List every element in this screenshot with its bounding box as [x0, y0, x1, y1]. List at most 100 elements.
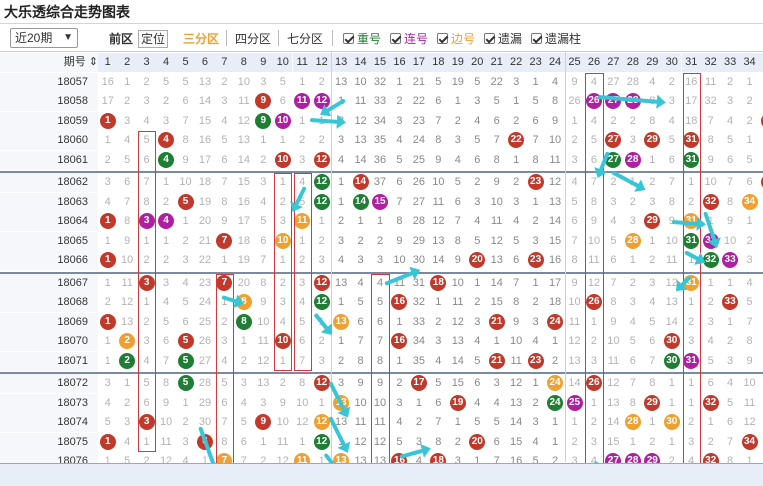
period-header[interactable]: 期号 ⇕: [0, 53, 98, 72]
omission-cell: 11: [121, 276, 133, 289]
omission-cell: 11: [666, 254, 678, 266]
omission-cell: 4: [474, 335, 481, 347]
omission-cell: 10: [296, 396, 309, 409]
omission-cell: 6: [182, 315, 189, 328]
highlight-box: [215, 273, 235, 472]
omission-cell: 11: [354, 95, 367, 107]
hit-cell: 35: [759, 173, 763, 192]
omission-cell: 1: [415, 396, 422, 409]
number-ball: 9: [255, 112, 272, 129]
omission-cell: 8: [629, 396, 636, 409]
omission-cell: 5: [163, 75, 170, 88]
omission-cell: 3: [759, 232, 763, 251]
omission-cell: 2: [221, 75, 228, 88]
omission-cell: 3: [629, 134, 636, 146]
omission-cell: 1: [746, 215, 753, 227]
omission-cell: 14: [237, 153, 250, 166]
column-header: 12: [311, 53, 332, 72]
number-ball: 23: [527, 352, 544, 369]
omission-cell: 3: [260, 75, 267, 88]
omission-cell: 4: [357, 276, 364, 289]
omission-cell: 2: [454, 114, 461, 127]
omission-cell: 9: [454, 254, 461, 266]
column-header: 26: [584, 53, 604, 72]
hit-cell: 21: [487, 313, 506, 332]
omission-cell: 15: [451, 377, 464, 389]
number-ball: 14: [352, 174, 369, 191]
omission-cell: 5: [396, 435, 403, 448]
omission-cell: 12: [354, 114, 367, 127]
hit-cell: 19: [448, 394, 467, 413]
omission-cell: 2: [318, 75, 325, 88]
omission-cell: 8: [260, 276, 267, 289]
omission-cell: 20: [237, 276, 250, 289]
omission-cell: 3: [338, 234, 345, 247]
omission-cell: 12: [237, 114, 250, 127]
omission-cell: 2: [707, 296, 714, 308]
omission-cell: 1: [299, 114, 306, 127]
omission-cell: 2: [124, 95, 131, 107]
column-header: 34: [739, 53, 760, 72]
omission-cell: 1: [338, 195, 345, 208]
omission-cell: 7: [435, 114, 442, 127]
omission-cell: 10: [393, 254, 406, 266]
omission-cell: 12: [296, 416, 309, 428]
omission-cell: 3: [318, 354, 325, 367]
omission-cell: 25: [198, 315, 212, 328]
column-header: 11: [292, 53, 312, 72]
omission-cell: 5: [759, 274, 763, 293]
omission-cell: 9: [759, 352, 763, 371]
hit-cell: 1: [98, 251, 117, 270]
number-ball: 10: [274, 151, 291, 168]
omission-cell: 1: [513, 95, 520, 107]
omission-cell: 35: [373, 134, 387, 146]
omission-cell: 15: [510, 435, 523, 448]
column-header: 29: [642, 53, 663, 72]
omission-cell: 1: [746, 75, 753, 88]
period-cell: 18059: [0, 111, 98, 131]
omission-cell: 2: [668, 75, 675, 88]
omission-cell: 7: [357, 335, 364, 347]
omission-cell: 13: [759, 433, 763, 452]
omission-cell: 2: [759, 131, 763, 150]
omission-cell: 3: [532, 234, 539, 247]
omission-cell: 13: [334, 276, 348, 289]
omission-cell: 2: [396, 95, 403, 107]
omission-cell: 11: [160, 435, 172, 448]
hit-cell: 4: [156, 131, 175, 150]
omission-cell: 13: [121, 315, 134, 328]
omission-cell: 1: [124, 75, 131, 88]
hit-cell: 5: [176, 352, 195, 371]
omission-cell: 2: [629, 195, 636, 208]
omission-cell: 7: [513, 276, 520, 289]
hit-cell: 12: [312, 173, 331, 192]
omission-cell: 27: [607, 75, 620, 88]
omission-cell: 5: [474, 134, 481, 146]
hit-cell: 27: [604, 131, 623, 150]
omission-cell: 3: [610, 195, 617, 208]
omission-cell: 5: [240, 416, 247, 428]
omission-cell: 3: [124, 416, 131, 428]
omission-cell: 10: [159, 416, 173, 428]
number-ball: 10: [274, 112, 291, 129]
hit-cell: 22: [506, 131, 525, 150]
hit-cell: 34: [740, 433, 759, 452]
omission-cell: 12: [568, 335, 581, 347]
omission-cell: 1: [396, 354, 403, 367]
omission-cell: 8: [357, 354, 364, 367]
omission-cell: 4: [104, 195, 111, 208]
omission-cell: 2: [746, 95, 753, 107]
omission-cell: 6: [435, 95, 442, 107]
omission-cell: 6: [727, 153, 734, 166]
omission-cell: 10: [607, 335, 620, 347]
omission-cell: 2: [513, 114, 520, 127]
omission-cell: 2: [474, 176, 481, 188]
omission-cell: 11: [238, 95, 250, 107]
omission-cell: 12: [510, 377, 523, 389]
omission-cell: 2: [318, 134, 325, 146]
omission-cell: 1: [435, 296, 442, 308]
omission-cell: 8: [571, 254, 578, 266]
omission-cell: 27: [412, 195, 426, 208]
number-ball: 5: [177, 352, 194, 369]
omission-cell: 3: [571, 153, 578, 166]
